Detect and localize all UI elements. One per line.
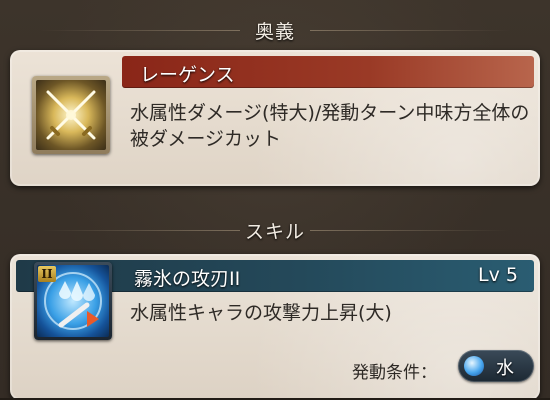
element-label: 水 <box>496 358 514 379</box>
condition-label: 発動条件： <box>352 363 437 383</box>
ougi-name: レーゲンス <box>140 64 235 86</box>
ougi-section-title: 奥義 <box>254 20 295 43</box>
ougi-titlebar: レーゲンス <box>122 56 534 88</box>
skill-name: 霧氷の攻刃II <box>134 268 241 290</box>
skill-rank-badge: II <box>38 266 56 282</box>
element-badge: 水 <box>458 350 534 382</box>
ougi-icon-frame <box>32 76 110 154</box>
skill-section-header: スキル <box>0 212 550 248</box>
skill-section-title: スキル <box>244 220 305 243</box>
ougi-section-header: 奥義 <box>0 12 550 48</box>
skill-description: 水属性キャラの攻撃力上昇(大) <box>130 302 392 324</box>
ougi-description: 水属性ダメージ(特大)/発動ターン中味方全体の被ダメージカット <box>130 102 530 150</box>
crossed-swords-icon <box>36 80 106 150</box>
water-element-icon <box>464 356 484 376</box>
skill-icon-frame: II <box>34 262 112 340</box>
skill-level: Lv 5 <box>478 264 518 286</box>
